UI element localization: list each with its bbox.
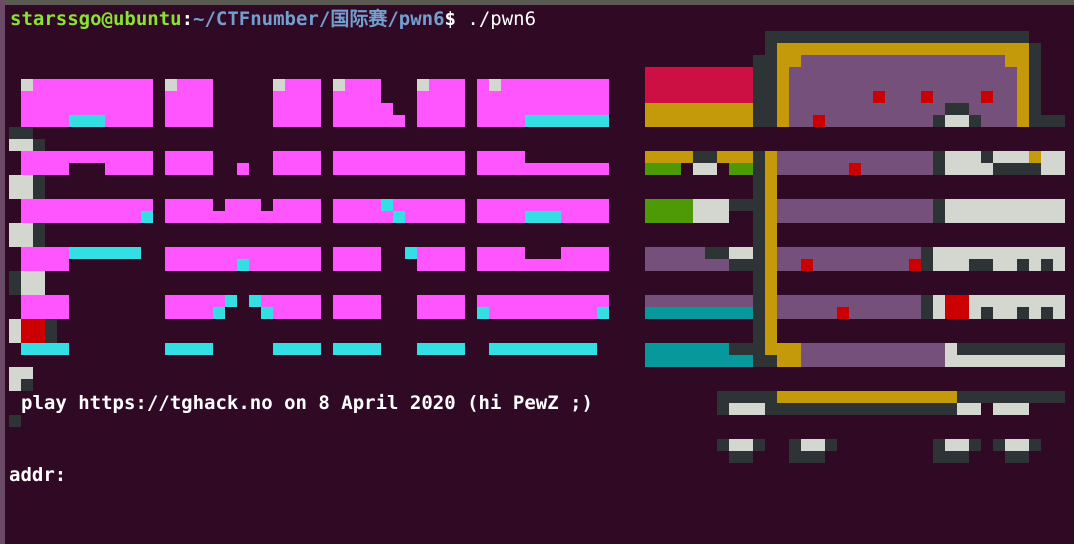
rainbow-trail (645, 67, 753, 367)
cat-head (933, 151, 1065, 367)
logo-letter-t (21, 79, 153, 355)
nyan-cat-art (645, 31, 1065, 463)
logo-letter-k (477, 79, 609, 355)
tghack-logo-art (9, 79, 609, 427)
addr-input-prompt[interactable]: addr: (9, 464, 66, 486)
banner-text: play https://tghack.no on 8 April 2020 (… (21, 392, 593, 414)
ascii-art-canvas (9, 31, 1065, 463)
cat-feet (717, 391, 1065, 463)
